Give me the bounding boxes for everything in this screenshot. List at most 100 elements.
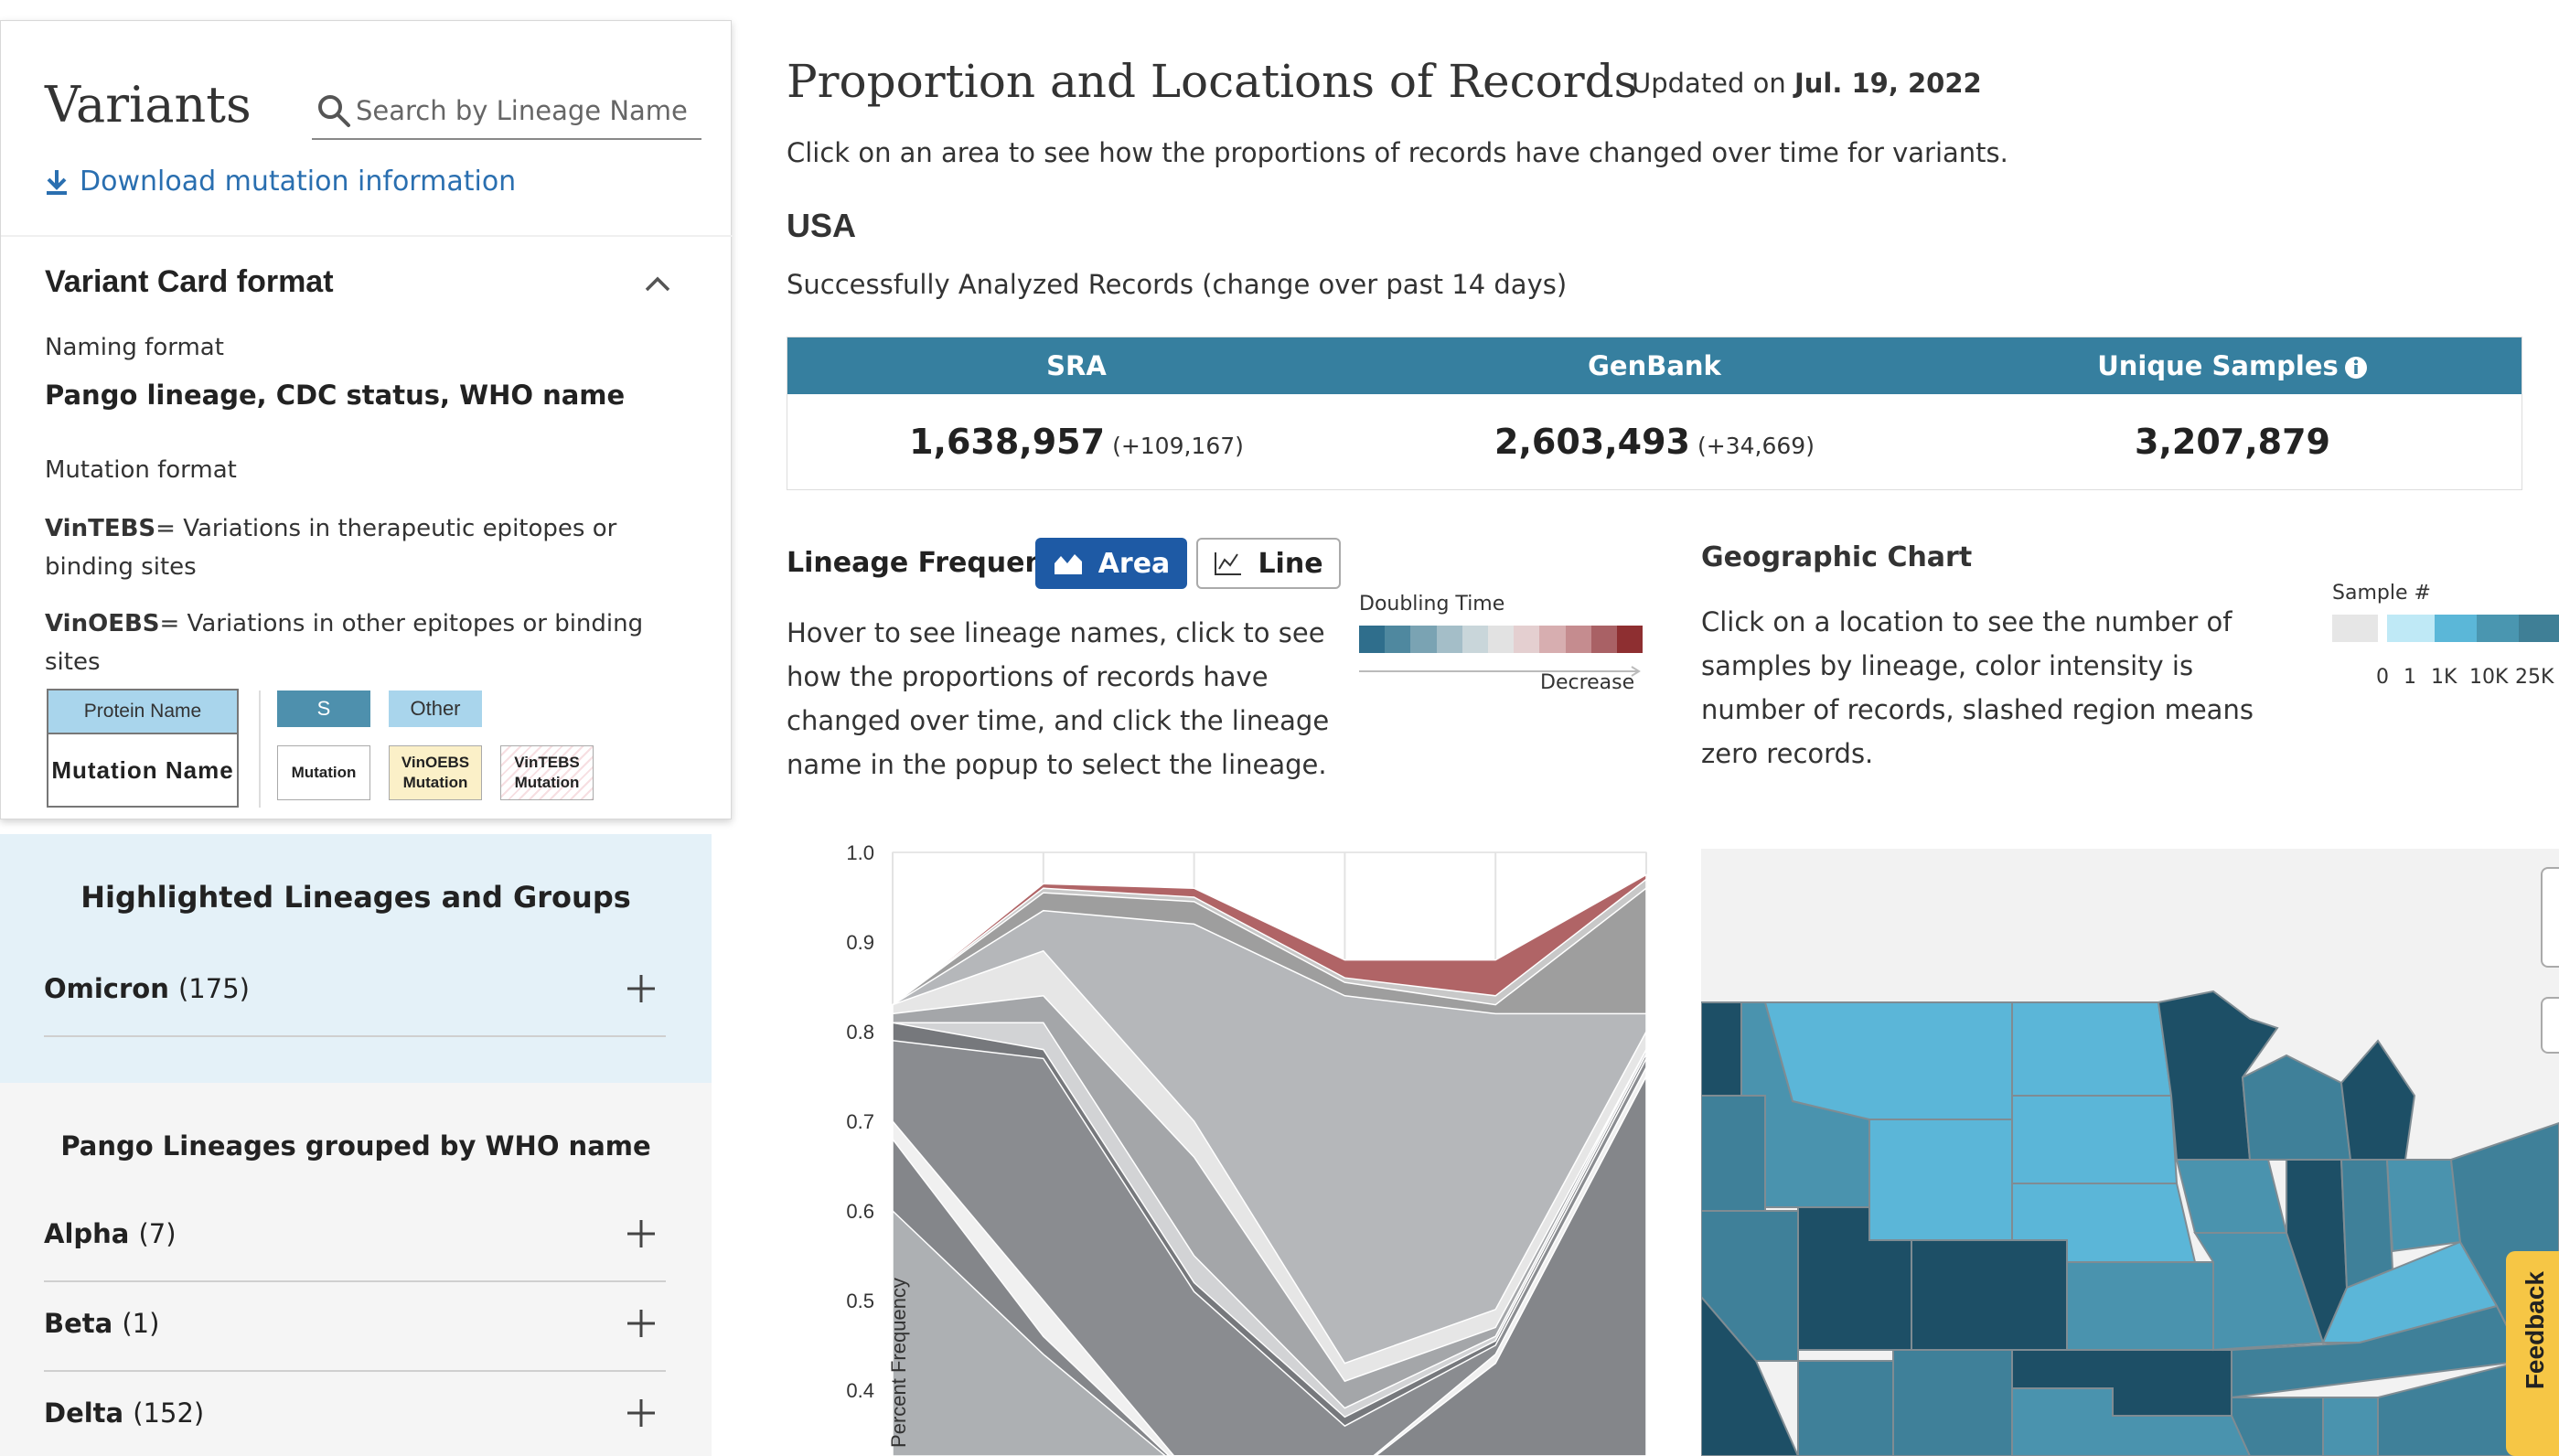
expand-plus-icon[interactable]: [626, 1308, 657, 1339]
map-zoom-controls[interactable]: [2541, 867, 2559, 968]
who-grouped-lineages-title: Pango Lineages grouped by WHO name: [60, 1130, 651, 1162]
geographic-map[interactable]: [1701, 849, 2559, 1456]
lineage-name-text: Alpha: [44, 1218, 130, 1249]
map-state-arizona[interactable]: [1797, 1360, 1894, 1456]
line-button-label: Line: [1258, 547, 1323, 580]
who-grouped-lineages-section: Pango Lineages grouped by WHO name Alpha…: [0, 1083, 712, 1456]
doubling-swatch-1: [1385, 626, 1411, 653]
sample-tick-3: 10K: [2469, 666, 2509, 689]
doubling-time-title: Doubling Time: [1359, 593, 1505, 616]
value-sra: 1,638,957 (+109,167): [787, 394, 1365, 489]
chart-y-axis-label: Percent Frequency: [887, 1278, 910, 1448]
region-title: USA: [787, 207, 857, 244]
map-state-wyoming[interactable]: [1868, 1119, 2013, 1241]
divider: [1, 235, 733, 237]
mutation-format-label: Mutation format: [45, 456, 237, 484]
lineage-group-delta[interactable]: Delta (152): [44, 1372, 666, 1456]
sample-swatch-4: [2519, 615, 2559, 642]
lineage-name-text: Omicron: [44, 973, 169, 1004]
variant-card-format-title: Variant Card format: [45, 264, 334, 299]
chevron-up-icon[interactable]: [641, 270, 674, 297]
expand-plus-icon[interactable]: [626, 973, 657, 1004]
map-state-colorado[interactable]: [1911, 1239, 2068, 1351]
map-state-indiana[interactable]: [2340, 1159, 2394, 1290]
naming-format-label: Naming format: [45, 334, 224, 361]
legend-vintebs-mutation: VinTEBS Mutation: [500, 745, 594, 800]
chart-y-tick-2: 0.8: [846, 1021, 874, 1044]
chart-y-tick-6: 0.4: [846, 1379, 874, 1402]
search-input[interactable]: [356, 89, 694, 133]
map-state-montana[interactable]: [1763, 1001, 2013, 1120]
legend-vinoebs-mutation: VinOEBS Mutation: [389, 745, 482, 800]
lineage-count: (7): [138, 1218, 177, 1249]
lineage-count: (175): [177, 973, 250, 1004]
map-state-iowa[interactable]: [2175, 1159, 2288, 1234]
chart-y-ticks: 1.00.90.80.70.60.50.40.3: [846, 841, 874, 1402]
map-reset-control[interactable]: [2541, 997, 2559, 1054]
value-genbank: 2,603,493 (+34,669): [1365, 394, 1943, 489]
download-icon: [47, 169, 67, 195]
map-state-ohio[interactable]: [2385, 1159, 2462, 1253]
feedback-label[interactable]: Feedback: [2521, 1271, 2550, 1389]
map-state-north-dakota[interactable]: [2011, 1001, 2173, 1097]
header-sra: SRA: [1046, 350, 1107, 381]
value-unique-samples: 3,207,879: [1943, 394, 2522, 489]
doubling-swatch-9: [1590, 626, 1617, 653]
chart-y-tick-1: 0.9: [846, 931, 874, 954]
line-chart-button[interactable]: Line: [1196, 538, 1341, 589]
doubling-swatch-2: [1410, 626, 1437, 653]
map-state-new-mexico[interactable]: [1892, 1349, 2013, 1456]
sample-tick-4: 25K: [2515, 666, 2554, 689]
doubling-swatch-0: [1359, 626, 1386, 653]
legend-separator: [259, 691, 261, 808]
header-genbank: GenBank: [1588, 350, 1721, 381]
sample-swatch-3: [2477, 615, 2519, 642]
map-state-mississippi[interactable]: [2322, 1397, 2379, 1456]
expand-plus-icon[interactable]: [626, 1218, 657, 1249]
naming-format-value: Pango lineage, CDC status, WHO name: [45, 380, 626, 411]
doubling-swatch-6: [1514, 626, 1540, 653]
area-chart-button[interactable]: Area: [1035, 538, 1187, 589]
map-state-arkansas[interactable]: [2231, 1397, 2324, 1456]
unique-samples-count: 3,207,879: [2135, 422, 2330, 462]
map-state-washington[interactable]: [1701, 1001, 1742, 1097]
legend-mutation-name: Mutation Name: [47, 733, 239, 808]
download-mutation-link[interactable]: Download mutation information: [45, 166, 516, 198]
chart-area-layers[interactable]: [892, 873, 1647, 1456]
map-state-kansas[interactable]: [2066, 1261, 2214, 1351]
map-state-oregon[interactable]: [1701, 1095, 1766, 1212]
records-caption: Successfully Analyzed Records (change ov…: [787, 269, 1568, 300]
lineage-group-alpha[interactable]: Alpha (7): [44, 1193, 666, 1282]
lineage-group-omicron[interactable]: Omicron (175): [44, 947, 666, 1037]
vintebs-definition: VinTEBS= Variations in therapeutic epito…: [45, 509, 685, 586]
chart-y-tick-3: 0.7: [846, 1110, 874, 1133]
search-box[interactable]: [312, 83, 701, 140]
line-chart-icon: [1215, 552, 1242, 575]
header-unique-samples: Unique Samples: [1943, 337, 2522, 394]
legend-protein-name: Protein Name: [47, 689, 239, 733]
lineage-frequency-area-chart[interactable]: 1.00.90.80.70.60.50.40.3 Percent Frequen…: [787, 832, 1665, 1456]
lineage-name: Alpha (7): [44, 1218, 177, 1249]
chart-y-tick-0: 1.0: [846, 841, 874, 864]
area-button-label: Area: [1097, 547, 1171, 580]
updated-date: Updated on Jul. 19, 2022: [1632, 68, 1982, 99]
sample-swatch-2: [2435, 615, 2477, 642]
vinoebs-term: VinOEBS: [45, 610, 160, 637]
doubling-swatch-5: [1487, 626, 1515, 653]
sra-count: 1,638,957: [909, 422, 1106, 462]
lineage-count: (152): [133, 1397, 205, 1429]
map-state-south-dakota[interactable]: [2011, 1095, 2179, 1184]
legend-mutation: Mutation: [277, 745, 370, 800]
doubling-swatch-8: [1565, 626, 1591, 653]
sra-change: (+109,167): [1112, 433, 1244, 459]
sample-swatch-1: [2387, 615, 2435, 642]
highlighted-lineages-title: Highlighted Lineages and Groups: [80, 880, 631, 915]
expand-plus-icon[interactable]: [626, 1397, 657, 1429]
lineage-group-beta[interactable]: Beta (1): [44, 1282, 666, 1372]
geographic-chart-title: Geographic Chart: [1701, 541, 1973, 573]
lineage-name: Beta (1): [44, 1308, 159, 1339]
doubling-swatch-7: [1539, 626, 1566, 653]
info-icon[interactable]: [2344, 356, 2368, 380]
records-table-header: SRA GenBank Unique Samples: [787, 337, 2522, 394]
doubling-time-scale: [1359, 626, 1644, 653]
